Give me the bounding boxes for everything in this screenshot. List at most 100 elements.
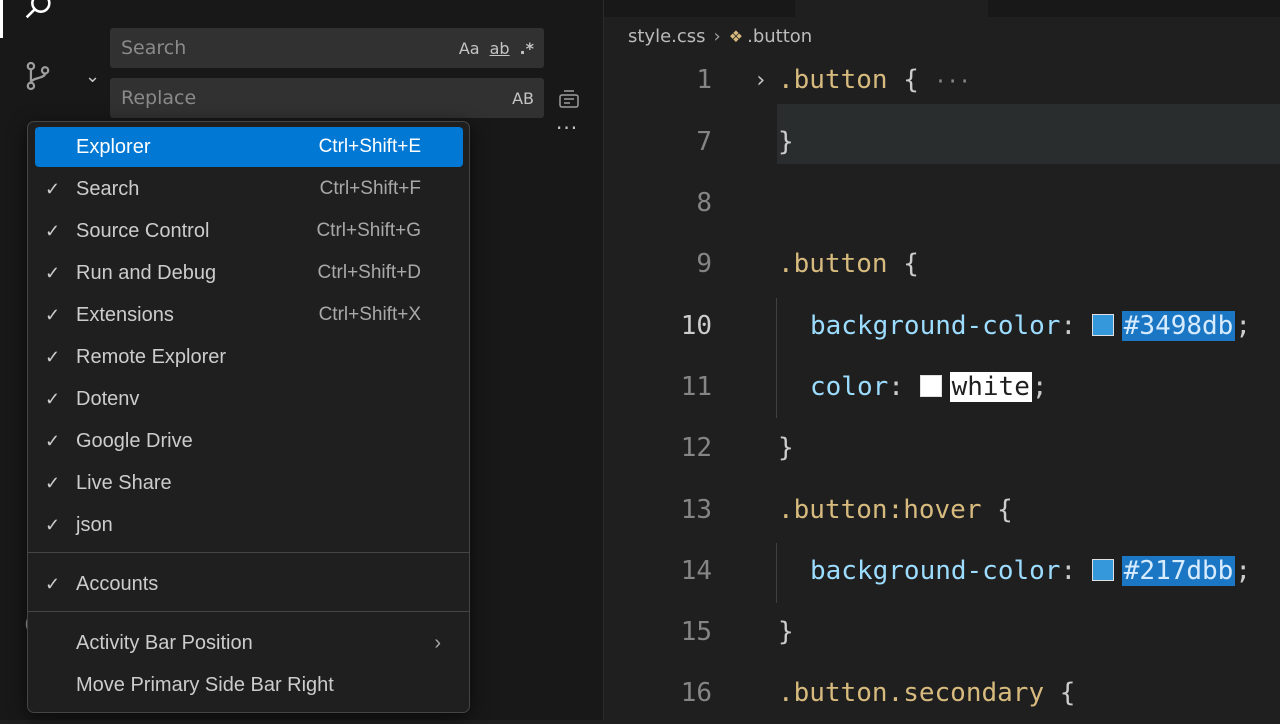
code-text: .button { — [778, 234, 919, 295]
menu-item-extensions[interactable]: ✓ Extensions Ctrl+Shift+X — [35, 295, 463, 335]
menu-item-label: Remote Explorer — [76, 346, 227, 368]
css-selector: .button.secondary — [778, 678, 1045, 708]
code-line: 16 .button.secondary { — [604, 663, 1280, 724]
search-input[interactable]: Search Aa ab .* — [110, 28, 544, 68]
color-swatch[interactable] — [919, 374, 942, 397]
line-number: 1 — [696, 65, 712, 95]
breadcrumb-file[interactable]: style.css — [628, 26, 706, 47]
menu-item-label: Explorer — [76, 136, 151, 158]
breadcrumb: style.css › ❖ .button — [628, 22, 812, 50]
menu-item-label: Move Primary Side Bar Right — [76, 674, 334, 696]
line-number: 15 — [680, 617, 712, 647]
css-value: #3498db — [1121, 311, 1236, 341]
search-icon[interactable] — [14, 0, 62, 30]
editor[interactable]: 1 › .button { ··· 7} 8 9 .button {10 background… — [604, 50, 1280, 720]
menu-item-shortcut: Ctrl+Shift+F — [319, 178, 421, 199]
menu-item-run-and-debug[interactable]: ✓ Run and Debug Ctrl+Shift+D — [35, 253, 463, 293]
menu-item-label: Dotenv — [76, 388, 140, 410]
symbol-icon: ❖ — [728, 26, 744, 46]
indent-guide — [776, 543, 777, 603]
close-brace: } — [778, 617, 794, 647]
colon: : — [1060, 311, 1092, 341]
menu-item-label: Run and Debug — [76, 262, 217, 284]
match-case-icon[interactable]: Aa — [459, 39, 480, 58]
regex-icon[interactable]: .* — [520, 39, 534, 58]
breadcrumb-symbol[interactable]: .button — [747, 26, 812, 47]
replace-placeholder: Replace — [121, 87, 197, 109]
code-line: 8 — [604, 173, 1280, 234]
menu-item-accounts[interactable]: ✓ Accounts — [35, 564, 463, 604]
menu-item-label: Google Drive — [76, 430, 193, 452]
semicolon: ; — [1235, 556, 1251, 586]
menu-item-label: Search — [76, 178, 140, 200]
check-icon: ✓ — [45, 347, 61, 367]
replace-options: AB — [512, 78, 534, 118]
open-brace: { — [1044, 678, 1076, 708]
fold-chevron-icon[interactable]: › — [754, 50, 767, 111]
line-number: 14 — [680, 556, 712, 586]
css-selector: .button — [778, 65, 888, 95]
whole-word-icon[interactable]: ab — [490, 39, 510, 58]
more-actions-icon[interactable]: ··· — [556, 116, 578, 140]
code-line: 7} — [604, 112, 1280, 173]
check-icon: ✓ — [45, 305, 61, 325]
colon: : — [1060, 556, 1092, 586]
check-icon: ✓ — [45, 221, 61, 241]
check-icon: ✓ — [45, 515, 61, 535]
css-property: color — [810, 372, 889, 402]
active-indicator — [0, 0, 3, 38]
toggle-replace-chevron-icon[interactable]: ⌄ — [85, 66, 100, 87]
open-brace: { — [981, 495, 1013, 525]
code-line: 11 color: white; — [604, 357, 1280, 418]
source-control-icon[interactable] — [14, 52, 62, 100]
code-line: 15} — [604, 602, 1280, 663]
menu-item-source-control[interactable]: ✓ Source Control Ctrl+Shift+G — [35, 211, 463, 251]
open-brace: { — [887, 249, 919, 279]
menu-item-shortcut: Ctrl+Shift+G — [316, 220, 421, 241]
close-brace: } — [778, 127, 794, 157]
menu-item-explorer[interactable]: Explorer Ctrl+Shift+E — [35, 127, 463, 167]
tab-active[interactable] — [795, 0, 988, 17]
menu-item-shortcut: Ctrl+Shift+X — [318, 304, 421, 325]
menu-item-activity-bar-position[interactable]: Activity Bar Position › — [35, 623, 463, 663]
menu-item-live-share[interactable]: ✓ Live Share — [35, 463, 463, 503]
menu-item-move-primary-side-bar-right[interactable]: Move Primary Side Bar Right — [35, 665, 463, 705]
line-number: 9 — [696, 249, 712, 279]
menu-item-search[interactable]: ✓ Search Ctrl+Shift+F — [35, 169, 463, 209]
css-property: background-color — [810, 311, 1061, 341]
menu-item-dotenv[interactable]: ✓ Dotenv — [35, 379, 463, 419]
close-brace: } — [778, 433, 794, 463]
search-options: Aa ab .* — [459, 28, 534, 68]
color-swatch[interactable] — [1091, 313, 1114, 336]
semicolon: ; — [1031, 372, 1048, 402]
code-text: .button { ··· — [778, 50, 971, 112]
line-number: 12 — [680, 433, 712, 463]
preserve-case-icon[interactable]: AB — [512, 89, 534, 108]
menu-item-remote-explorer[interactable]: ✓ Remote Explorer — [35, 337, 463, 377]
colon: : — [888, 372, 920, 402]
line-number: 10 — [680, 311, 712, 341]
activity-bar-context-menu: Explorer Ctrl+Shift+E ✓ Search Ctrl+Shift+F ✓… — [27, 121, 470, 713]
code-text: .button.secondary { — [778, 663, 1075, 724]
menu-item-label: Live Share — [76, 472, 172, 494]
code-line: 12} — [604, 418, 1280, 479]
replace-all-icon[interactable] — [557, 86, 581, 114]
line-number: 11 — [680, 372, 712, 402]
css-value: white — [949, 372, 1032, 402]
check-icon: ✓ — [45, 263, 61, 283]
color-swatch[interactable] — [1091, 558, 1114, 581]
check-icon: ✓ — [45, 431, 61, 451]
search-placeholder: Search — [121, 37, 187, 59]
css-selector: .button:hover — [778, 495, 982, 525]
check-icon: ✓ — [45, 179, 61, 199]
menu-item-json[interactable]: ✓ json — [35, 505, 463, 545]
replace-input[interactable]: Replace AB — [110, 78, 544, 118]
menu-item-google-drive[interactable]: ✓ Google Drive — [35, 421, 463, 461]
menu-item-label: json — [76, 514, 113, 536]
line-number: 16 — [680, 678, 712, 708]
line-number: 8 — [696, 188, 712, 218]
indent-guide — [776, 298, 777, 418]
code-line: 1 › .button { ··· — [604, 50, 1280, 111]
folded-ellipsis[interactable]: ··· — [935, 69, 971, 93]
code-text: .button:hover { — [778, 480, 1013, 541]
